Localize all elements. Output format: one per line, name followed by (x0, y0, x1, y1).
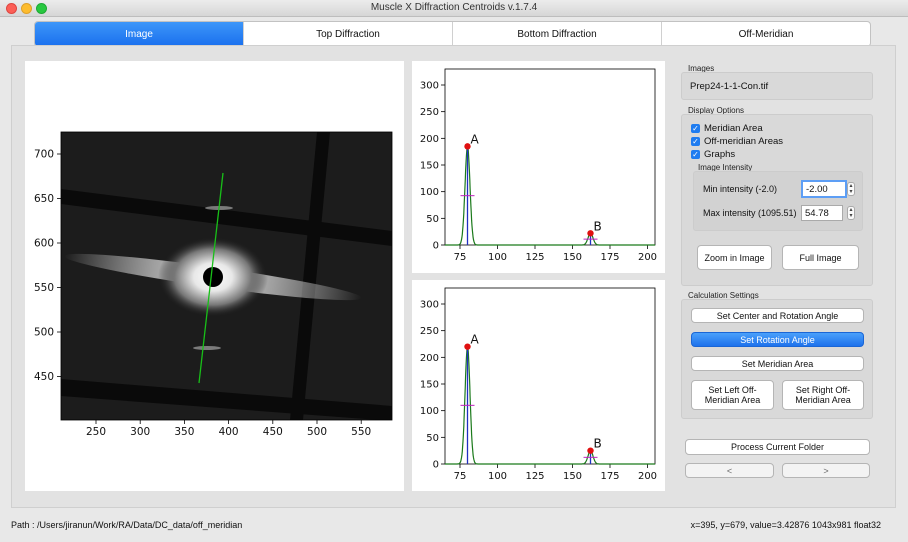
set-left-off-meridian-button[interactable]: Set Left Off-Meridian Area (691, 380, 774, 410)
image-y-tick-label: 550 (34, 282, 54, 294)
full-image-button[interactable]: Full Image (782, 245, 859, 270)
tab-image[interactable]: Image (35, 22, 244, 46)
peak-label: B (594, 437, 602, 451)
tab-bar: Image Top Diffraction Bottom Diffraction… (34, 21, 871, 47)
image-y-tick-label: 600 (34, 238, 54, 250)
max-intensity-label: Max intensity (1095.51) (703, 208, 797, 218)
status-path: Path : /Users/jiranun/Work/RA/Data/DC_da… (11, 520, 243, 530)
images-group: Prep24-1-1-Con.tif (681, 72, 873, 100)
checkmark-icon: ✓ (691, 137, 700, 146)
set-meridian-area-button[interactable]: Set Meridian Area (691, 356, 864, 371)
x-tick-label: 75 (454, 471, 467, 482)
image-x-tick-label: 400 (219, 426, 239, 438)
x-tick-label: 200 (638, 252, 657, 263)
image-x-tick-label: 500 (307, 426, 327, 438)
x-tick-label: 75 (454, 252, 467, 263)
x-tick-label: 175 (600, 471, 619, 482)
min-intensity-label: Min intensity (-2.0) (703, 184, 778, 194)
zoom-in-image-button[interactable]: Zoom in Image (697, 245, 772, 270)
top-plot-panel: 0 50 100 150 200 250 300 75 100 125 150 175 200 A B (412, 61, 665, 273)
x-tick-label: 100 (488, 471, 507, 482)
image-x-tick-label: 450 (263, 426, 283, 438)
image-y-tick-label: 650 (34, 193, 54, 205)
min-intensity-input[interactable]: -2.00 (801, 180, 847, 198)
x-tick-label: 125 (525, 471, 544, 482)
y-tick-label: 100 (420, 187, 439, 198)
max-intensity-input[interactable]: 54.78 (801, 205, 843, 221)
y-tick-label: 150 (420, 380, 439, 391)
calculation-settings-group: Set Center and Rotation Angle Set Rotati… (681, 299, 873, 419)
top-diffraction-plot[interactable]: 0 50 100 150 200 250 300 75 100 125 150 175 200 A B (412, 61, 665, 273)
checkbox-label: Off-meridian Areas (704, 136, 784, 147)
bottom-diffraction-plot[interactable]: 0 50 100 150 200 250 300 75 100 125 150 175 200 A B (412, 280, 665, 491)
set-center-rotation-button[interactable]: Set Center and Rotation Angle (691, 308, 864, 323)
x-tick-label: 175 (600, 252, 619, 263)
status-pixel-info: x=395, y=679, value=3.42876 1043x981 flo… (690, 520, 881, 530)
checkbox-off-meridian-areas[interactable]: ✓ Off-meridian Areas (691, 136, 783, 147)
peak-label: A (471, 333, 480, 347)
tab-bottom-diffraction[interactable]: Bottom Diffraction (453, 22, 662, 46)
y-tick-label: 250 (420, 107, 439, 118)
y-tick-label: 0 (433, 460, 439, 471)
y-tick-label: 100 (420, 406, 439, 417)
image-x-tick-label: 250 (86, 426, 106, 438)
y-tick-label: 200 (420, 134, 439, 145)
image-x-tick-label: 300 (130, 426, 150, 438)
y-tick-label: 200 (420, 353, 439, 364)
beam-stop (203, 267, 223, 287)
x-tick-label: 150 (563, 252, 582, 263)
image-y-axis: 700 650 600 550 500 450 (34, 149, 61, 383)
y-tick-label: 300 (420, 81, 439, 92)
tab-off-meridian[interactable]: Off-Meridian (662, 22, 870, 46)
y-tick-label: 300 (420, 300, 439, 311)
intensity-curve (445, 144, 655, 246)
status-bar: Path : /Users/jiranun/Work/RA/Data/DC_da… (0, 512, 908, 542)
image-y-tick-label: 450 (34, 371, 54, 383)
y-tick-label: 50 (426, 433, 439, 444)
image-x-tick-label: 550 (351, 426, 371, 438)
next-button[interactable]: > (782, 463, 870, 478)
checkbox-graphs[interactable]: ✓ Graphs (691, 149, 735, 160)
window-title: Muscle X Diffraction Centroids v.1.7.4 (370, 2, 538, 13)
min-intensity-stepper[interactable]: ▴ ▾ (847, 182, 855, 196)
image-y-tick-label: 700 (34, 149, 54, 161)
y-tick-label: 150 (420, 161, 439, 172)
checkmark-icon: ✓ (691, 124, 700, 133)
checkbox-meridian-area[interactable]: ✓ Meridian Area (691, 123, 763, 134)
x-tick-label: 150 (563, 471, 582, 482)
diffraction-image-canvas[interactable]: 700 650 600 550 500 450 250 300 350 400 450 500 550 (25, 61, 404, 491)
image-x-axis: 250 300 350 400 450 500 550 (86, 420, 371, 438)
y-tick-label: 50 (426, 214, 439, 225)
checkbox-label: Meridian Area (704, 123, 763, 134)
y-tick-label: 0 (433, 241, 439, 252)
title-bar: Muscle X Diffraction Centroids v.1.7.4 (0, 0, 908, 17)
process-current-folder-button[interactable]: Process Current Folder (685, 439, 870, 455)
image-filename: Prep24-1-1-Con.tif (690, 81, 769, 92)
previous-button[interactable]: < (685, 463, 774, 478)
image-intensity-group: Min intensity (-2.0) -2.00 ▴ ▾ Max intens… (693, 171, 863, 231)
set-rotation-angle-button[interactable]: Set Rotation Angle (691, 332, 864, 347)
x-tick-label: 200 (638, 471, 657, 482)
checkmark-icon: ✓ (691, 150, 700, 159)
y-tick-label: 250 (420, 326, 439, 337)
max-intensity-stepper[interactable]: ▴ ▾ (847, 206, 855, 220)
x-tick-label: 125 (525, 252, 544, 263)
tab-top-diffraction[interactable]: Top Diffraction (244, 22, 453, 46)
image-x-tick-label: 350 (174, 426, 194, 438)
plot-frame (444, 68, 656, 246)
checkbox-label: Graphs (704, 149, 736, 160)
bottom-plot-panel: 0 50 100 150 200 250 300 75 100 125 150 175 200 A B (412, 280, 665, 491)
peak-label: B (594, 219, 602, 233)
plot-frame (444, 287, 656, 465)
set-right-off-meridian-button[interactable]: Set Right Off-Meridian Area (782, 380, 864, 410)
display-options-group: ✓ Meridian Area ✓ Off-meridian Areas ✓ Grap… (681, 114, 873, 286)
intensity-curve (445, 344, 655, 465)
x-tick-label: 100 (488, 252, 507, 263)
image-y-tick-label: 500 (34, 327, 54, 339)
peak-label: A (471, 132, 480, 146)
image-panel: 700 650 600 550 500 450 250 300 350 400 450 500 550 (25, 61, 404, 491)
